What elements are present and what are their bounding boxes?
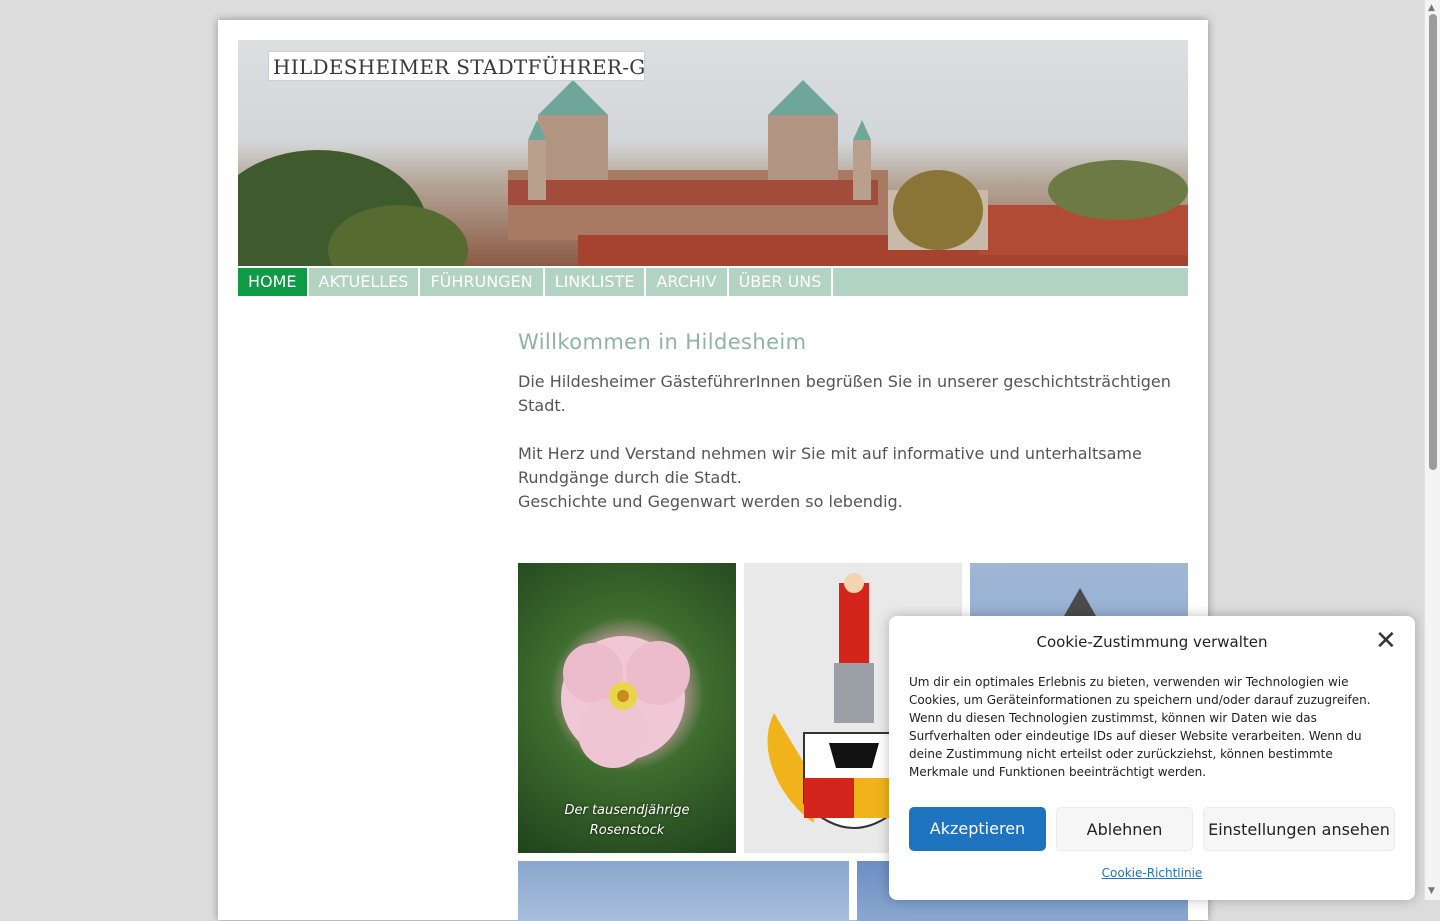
page-scrollbar[interactable]: ▲ ▼ xyxy=(1424,0,1440,900)
cookie-consent-dialog: Cookie-Zustimmung verwalten ✕ Um dir ein… xyxy=(889,616,1415,900)
description-paragraph: Mit Herz und Verstand nehmen wir Sie mit… xyxy=(518,444,1142,487)
nav-item-linkliste[interactable]: LINKLISTE xyxy=(545,268,647,296)
nav-item-ueber-uns[interactable]: ÜBER UNS xyxy=(729,268,834,296)
cookie-policy-link[interactable]: Cookie-Richtlinie xyxy=(889,866,1415,880)
view-preferences-button[interactable]: Einstellungen ansehen xyxy=(1203,807,1395,851)
header-banner-image: HILDESHEIMER STADTFÜHRER-GILDE E.V. xyxy=(238,40,1188,266)
gallery-tile-trees[interactable] xyxy=(518,861,849,921)
cookie-description: Um dir ein optimales Erlebnis zu bieten,… xyxy=(909,675,1371,779)
scroll-up-icon[interactable]: ▲ xyxy=(1428,3,1435,13)
close-icon[interactable]: ✕ xyxy=(1375,628,1397,654)
gallery-caption: Der tausendjährige Rosenstock xyxy=(564,803,690,838)
scrollbar-thumb[interactable] xyxy=(1429,14,1437,470)
intro-paragraph: Die Hildesheimer GästeführerInnen begrüß… xyxy=(518,372,1171,415)
scroll-down-icon[interactable]: ▼ xyxy=(1428,886,1435,896)
accept-button[interactable]: Akzeptieren xyxy=(909,807,1046,851)
page-title: Willkommen in Hildesheim xyxy=(518,330,807,354)
site-logo[interactable]: HILDESHEIMER STADTFÜHRER-GILDE E.V. xyxy=(268,51,645,81)
nav-item-home[interactable]: HOME xyxy=(238,268,309,296)
nav-item-archiv[interactable]: ARCHIV xyxy=(646,268,729,296)
main-navigation: HOME AKTUELLES FÜHRUNGEN LINKLISTE ARCHI… xyxy=(238,268,1188,296)
main-content: Willkommen in Hildesheim Die Hildesheime… xyxy=(518,330,1188,514)
description-paragraph-2: Geschichte und Gegenwart werden so leben… xyxy=(518,492,903,511)
nav-item-aktuelles[interactable]: AKTUELLES xyxy=(309,268,421,296)
nav-item-fuehrungen[interactable]: FÜHRUNGEN xyxy=(420,268,545,296)
deny-button[interactable]: Ablehnen xyxy=(1056,807,1193,851)
cookie-dialog-title: Cookie-Zustimmung verwalten xyxy=(1036,633,1268,651)
gallery-tile-rose[interactable]: Der tausendjährige Rosenstock xyxy=(518,563,736,853)
